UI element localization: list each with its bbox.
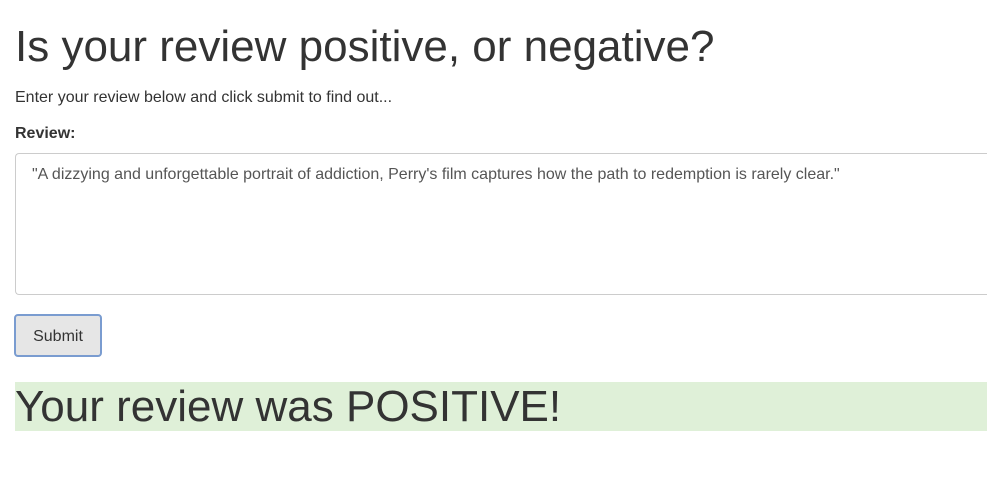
page-title: Is your review positive, or negative? xyxy=(15,22,715,71)
page-subtitle: Enter your review below and click submit… xyxy=(15,89,393,106)
submit-button[interactable]: Submit xyxy=(14,314,102,357)
review-textarea[interactable]: "A dizzying and unforgettable portrait o… xyxy=(15,153,987,295)
result-alert: Your review was POSITIVE! xyxy=(15,382,987,431)
result-text: Your review was POSITIVE! xyxy=(15,382,562,431)
page: Is your review positive, or negative? En… xyxy=(0,0,987,490)
review-label: Review: xyxy=(15,125,76,142)
